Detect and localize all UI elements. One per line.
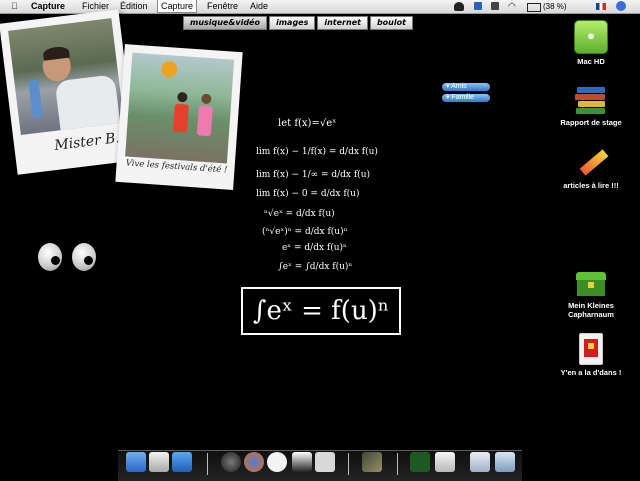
person-head bbox=[177, 91, 188, 103]
eye-right-icon bbox=[72, 243, 96, 271]
desktop-icon-label: Mac HD bbox=[577, 57, 605, 66]
person-pink-top bbox=[196, 105, 213, 137]
desktop-icon-articles[interactable]: articles à lire !!! bbox=[546, 146, 636, 190]
game-icon[interactable] bbox=[362, 452, 382, 472]
folder-icon[interactable] bbox=[470, 452, 490, 472]
apple-menu-icon[interactable]:  bbox=[11, 0, 18, 13]
desktop-icon-label: Y'en a la d'dans ! bbox=[560, 368, 622, 377]
wifi-icon[interactable]: ◠ bbox=[508, 0, 516, 13]
polaroid-photo bbox=[8, 18, 125, 136]
battery-icon[interactable] bbox=[527, 3, 541, 12]
dock-separator bbox=[348, 453, 349, 475]
desktop-icon-label: Mein Kleines Capharnaum bbox=[568, 301, 614, 319]
desktop-tabs: musique&vidéo images internet boulot bbox=[183, 16, 415, 30]
dashboard-icon[interactable] bbox=[221, 452, 241, 472]
apple-icon[interactable] bbox=[149, 452, 169, 472]
books-stack-icon bbox=[575, 83, 607, 115]
plant-icon[interactable] bbox=[410, 452, 430, 472]
hard-drive-icon: ● bbox=[574, 20, 608, 54]
desktop-icon-capharnaum[interactable]: Mein Kleines Capharnaum bbox=[546, 272, 636, 319]
menu-app-name[interactable]: Capture bbox=[28, 0, 68, 13]
famille-button[interactable]: ▾ Famille bbox=[442, 94, 490, 102]
dock-separator bbox=[397, 453, 398, 475]
tab-internet[interactable]: internet bbox=[317, 16, 368, 30]
trash-icon[interactable] bbox=[495, 452, 515, 472]
polaroid-mister-b[interactable]: Mister B. bbox=[0, 9, 137, 175]
boxed-equation: ∫eˣ = f(u)ⁿ bbox=[241, 287, 401, 335]
eye-left-icon bbox=[38, 243, 62, 271]
safari-icon[interactable] bbox=[172, 452, 192, 472]
amis-label: Amis bbox=[451, 83, 467, 90]
app-status-icon[interactable] bbox=[474, 2, 482, 10]
math-line: eˣ = d/dx f(u)ⁿ bbox=[282, 243, 347, 253]
math-line: lim f(x) − 1/∞ = d/dx f(u) bbox=[256, 170, 371, 180]
desktop-icon-mac-hd[interactable]: ● Mac HD bbox=[546, 20, 636, 66]
battery-percent: (38 %) bbox=[543, 2, 567, 11]
pencil-icon bbox=[575, 146, 609, 178]
math-line: lim f(x) − 0 = d/dx f(u) bbox=[256, 189, 360, 199]
bw-app-icon[interactable] bbox=[292, 452, 312, 472]
menu-capture[interactable]: Capture bbox=[157, 0, 198, 13]
amis-button[interactable]: ▾ Amis bbox=[442, 83, 490, 91]
pupil bbox=[51, 256, 60, 265]
polaroid-caption: Mister B. bbox=[53, 130, 121, 154]
spotlight-icon[interactable] bbox=[616, 1, 626, 11]
math-line: let f(x)=√eˣ bbox=[278, 118, 337, 129]
mail-icon[interactable] bbox=[315, 452, 335, 472]
desktop-icon-label: articles à lire !!! bbox=[563, 181, 619, 190]
math-line: lim f(x) − 1/f(x) = d/dx f(u) bbox=[256, 147, 378, 157]
menu-aide[interactable]: Aide bbox=[247, 0, 271, 13]
famille-label: Famille bbox=[451, 94, 475, 101]
desktop-icon-rapport-de-stage[interactable]: Rapport de stage bbox=[546, 83, 636, 127]
math-line: (ⁿ√eˣ)ⁿ = d/dx f(u)ⁿ bbox=[262, 227, 348, 237]
red-book-icon bbox=[579, 333, 603, 365]
dock-separator bbox=[207, 453, 208, 475]
finder-icon[interactable] bbox=[126, 452, 146, 472]
menu-fenetre[interactable]: Fenêtre bbox=[204, 0, 241, 13]
pupil bbox=[84, 256, 93, 265]
firefox-icon[interactable] bbox=[244, 452, 264, 472]
person-red-top bbox=[172, 103, 189, 133]
tab-musique-video[interactable]: musique&vidéo bbox=[183, 16, 267, 30]
polaroid-photo bbox=[125, 52, 235, 164]
person-shirt bbox=[54, 74, 121, 132]
flag-fr-icon[interactable] bbox=[596, 3, 606, 10]
desktop-icon-label: Rapport de stage bbox=[560, 118, 622, 127]
bluetooth-icon[interactable] bbox=[491, 2, 499, 10]
tab-images[interactable]: images bbox=[268, 16, 316, 30]
treasure-box-icon bbox=[576, 272, 606, 298]
math-line: ⁿ√eˣ = d/dx f(u) bbox=[264, 209, 335, 219]
math-line: ∫eˣ = ∫d/dx f(u)ⁿ bbox=[278, 262, 353, 272]
clipboard-icon[interactable] bbox=[435, 452, 455, 472]
person-head bbox=[200, 93, 212, 105]
water-bottle bbox=[28, 79, 43, 119]
desktop-icon-yen-a-la[interactable]: Y'en a la d'dans ! bbox=[546, 333, 636, 377]
tab-boulot[interactable]: boulot bbox=[369, 16, 413, 30]
orange-flower bbox=[160, 60, 178, 78]
menu-edition[interactable]: Édition bbox=[117, 0, 151, 13]
chat-icon[interactable] bbox=[267, 452, 287, 472]
boxed-equation-text: ∫eˣ = f(u)ⁿ bbox=[252, 296, 390, 326]
polaroid-festival[interactable]: Vive les festivals d'été ! bbox=[115, 44, 243, 190]
user-icon[interactable] bbox=[454, 2, 464, 11]
